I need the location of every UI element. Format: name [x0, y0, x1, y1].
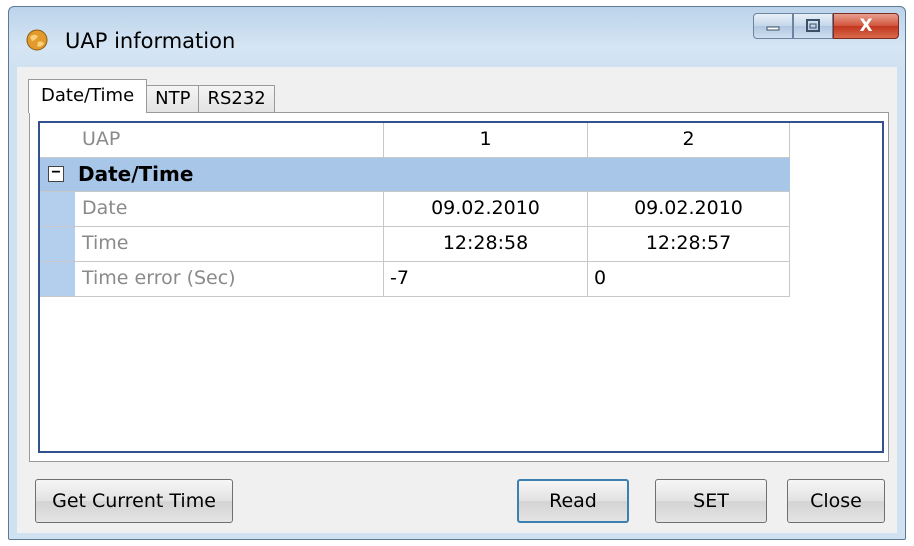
- title-bar[interactable]: UAP information X: [9, 7, 905, 65]
- header-col-2: 2: [588, 123, 790, 158]
- row-label-time: Time: [40, 227, 384, 262]
- date-value-2[interactable]: 09.02.2010: [588, 192, 790, 227]
- property-grid: UAP 1 2 − Date/Time Date 09.02.2010 09.0…: [38, 121, 884, 453]
- tab-strip: Date/Time NTP RS232: [28, 79, 275, 113]
- get-current-time-button[interactable]: Get Current Time: [35, 479, 233, 523]
- date-value-1[interactable]: 09.02.2010: [384, 192, 588, 227]
- time-error-value-2[interactable]: 0: [588, 262, 790, 297]
- table-row: Time error (Sec) -7 0: [40, 262, 790, 297]
- minimize-icon: [766, 26, 780, 31]
- window-title: UAP information: [65, 29, 236, 53]
- time-error-value-1[interactable]: -7: [384, 262, 588, 297]
- category-title: Date/Time: [78, 162, 194, 186]
- table-row: Date 09.02.2010 09.02.2010: [40, 192, 790, 227]
- close-button[interactable]: Close: [787, 479, 885, 523]
- row-label-time-error: Time error (Sec): [40, 262, 384, 297]
- client-area: Date/Time NTP RS232 UAP 1 2 − Date/Time: [17, 67, 897, 533]
- read-button[interactable]: Read: [517, 479, 629, 523]
- collapse-toggle-icon[interactable]: −: [48, 165, 64, 182]
- tab-date-time[interactable]: Date/Time: [28, 79, 148, 113]
- time-value-1[interactable]: 12:28:58: [384, 227, 588, 262]
- category-date-time: − Date/Time: [40, 158, 790, 192]
- close-icon: X: [859, 16, 873, 36]
- tab-rs232[interactable]: RS232: [198, 85, 275, 113]
- header-label: UAP: [40, 123, 384, 158]
- app-globe-icon: [26, 29, 48, 51]
- row-label-date: Date: [40, 192, 384, 227]
- minimize-button[interactable]: [753, 13, 793, 39]
- header-col-1: 1: [384, 123, 588, 158]
- tab-panel-date-time: UAP 1 2 − Date/Time Date 09.02.2010 09.0…: [29, 112, 889, 462]
- caption-buttons: X: [753, 13, 899, 39]
- table-row: Time 12:28:58 12:28:57: [40, 227, 790, 262]
- uap-information-window: UAP information X Date/Time NTP RS232 UA…: [8, 6, 906, 540]
- maximize-icon: [806, 19, 820, 32]
- close-window-button[interactable]: X: [833, 13, 899, 39]
- time-value-2[interactable]: 12:28:57: [588, 227, 790, 262]
- set-button[interactable]: SET: [655, 479, 767, 523]
- grid-header-row: UAP 1 2: [40, 123, 790, 158]
- maximize-button[interactable]: [793, 13, 833, 39]
- tab-ntp[interactable]: NTP: [146, 85, 200, 113]
